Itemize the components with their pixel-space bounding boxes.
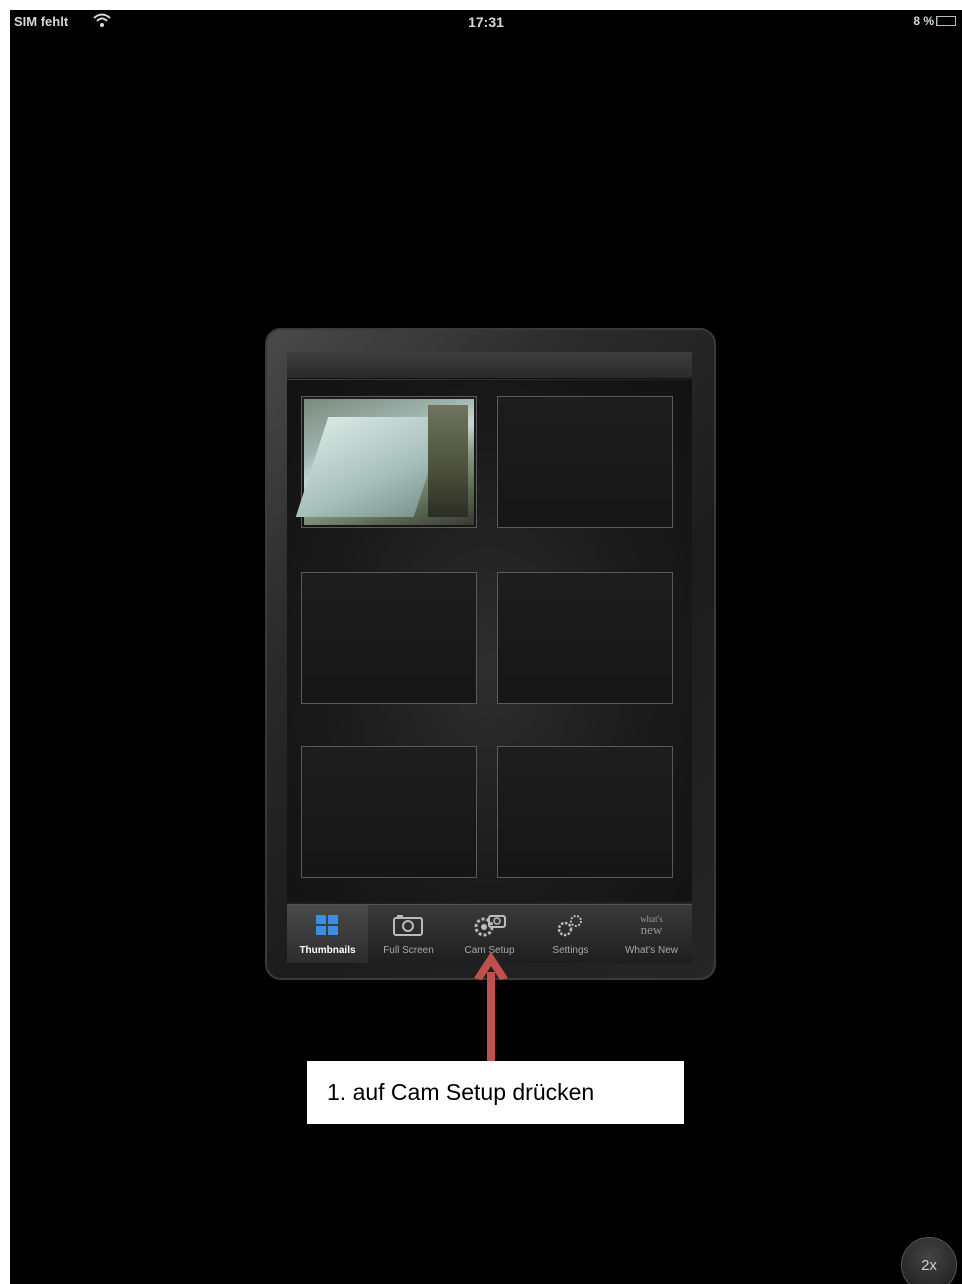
tab-thumbnails[interactable]: Thumbnails: [287, 905, 368, 963]
camera-thumbnail-5[interactable]: [301, 746, 477, 878]
tab-whats-new[interactable]: what's new What's New: [611, 905, 692, 963]
grid-icon: [316, 915, 338, 935]
annotation-arrow-icon: [474, 952, 508, 1062]
camera-thumbnail-1[interactable]: [301, 396, 477, 528]
tab-label-full-screen: Full Screen: [383, 945, 434, 956]
svg-text:new: new: [641, 922, 663, 937]
app-window: Thumbnails Full Screen Cam Setup Setting…: [265, 328, 716, 980]
camera-thumbnail-4[interactable]: [497, 572, 673, 704]
tab-label-whats-new: What's New: [624, 945, 679, 956]
tab-label-settings: Settings: [552, 945, 589, 956]
annotation-callout: 1. auf Cam Setup drücken: [307, 1061, 684, 1124]
battery-icon: [936, 16, 956, 26]
device-screen: SIM fehlt 17:31 8 % Thumbnails Full Scre…: [10, 10, 962, 1284]
status-time: 17:31: [468, 14, 504, 30]
whats-new-icon: what's new: [640, 914, 663, 937]
zoom-2x-button[interactable]: 2x: [901, 1237, 957, 1284]
status-bar: SIM fehlt 17:31 8 %: [10, 10, 962, 32]
battery-percentage: 8 %: [913, 14, 934, 28]
battery-level-fill: [937, 17, 939, 25]
camera-feed-image: [304, 399, 474, 525]
tab-settings[interactable]: Settings: [530, 905, 611, 963]
gears-icon: [557, 915, 582, 937]
camera-thumbnail-6[interactable]: [497, 746, 673, 878]
cam-setup-icon: [474, 915, 506, 937]
camera-thumbnail-3[interactable]: [301, 572, 477, 704]
app-header-bar: [287, 352, 692, 379]
camera-icon: [393, 915, 423, 936]
tab-full-screen[interactable]: Full Screen: [368, 905, 449, 963]
camera-thumbnail-grid: [287, 380, 692, 902]
camera-thumbnail-2[interactable]: [497, 396, 673, 528]
tab-label-thumbnails: Thumbnails: [299, 945, 356, 956]
